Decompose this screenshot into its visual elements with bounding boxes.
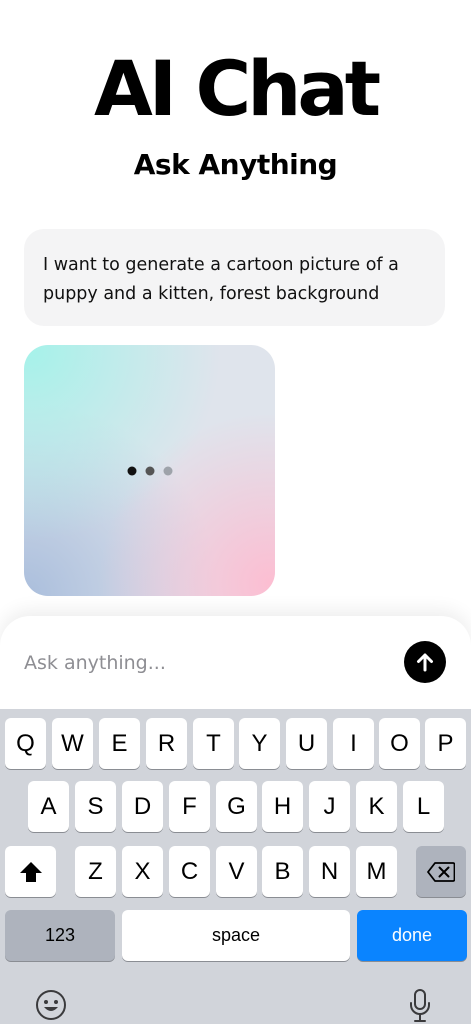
user-message-bubble: I want to generate a cartoon picture of … <box>24 229 445 326</box>
loading-dot <box>145 466 154 475</box>
key-v[interactable]: V <box>216 846 257 897</box>
message-input[interactable] <box>24 648 384 678</box>
loading-dot <box>127 466 136 475</box>
key-g[interactable]: G <box>216 781 257 832</box>
microphone-icon <box>410 989 430 1022</box>
key-t[interactable]: T <box>193 718 234 769</box>
key-d[interactable]: D <box>122 781 163 832</box>
key-i[interactable]: I <box>333 718 374 769</box>
key-f[interactable]: F <box>169 781 210 832</box>
shift-icon <box>19 861 42 882</box>
key-j[interactable]: J <box>309 781 350 832</box>
key-z[interactable]: Z <box>75 846 116 897</box>
delete-key[interactable] <box>416 846 466 897</box>
arrow-up-icon <box>417 653 433 672</box>
key-a[interactable]: A <box>28 781 69 832</box>
key-p[interactable]: P <box>425 718 466 769</box>
key-r[interactable]: R <box>146 718 187 769</box>
key-y[interactable]: Y <box>239 718 280 769</box>
numbers-key[interactable]: 123 <box>5 910 115 961</box>
image-generation-placeholder <box>24 345 275 596</box>
user-message-text: I want to generate a cartoon picture of … <box>43 255 399 304</box>
space-key[interactable]: space <box>122 910 350 961</box>
emoji-icon <box>36 990 66 1020</box>
key-l[interactable]: L <box>403 781 444 832</box>
key-h[interactable]: H <box>262 781 303 832</box>
send-button[interactable] <box>404 641 446 683</box>
emoji-button[interactable] <box>34 988 68 1022</box>
app-subtitle: Ask Anything <box>133 148 338 181</box>
key-x[interactable]: X <box>122 846 163 897</box>
key-k[interactable]: K <box>356 781 397 832</box>
loading-indicator <box>127 466 172 475</box>
key-w[interactable]: W <box>52 718 93 769</box>
key-u[interactable]: U <box>286 718 327 769</box>
shift-key[interactable] <box>5 846 56 897</box>
key-e[interactable]: E <box>99 718 140 769</box>
dictation-button[interactable] <box>405 988 435 1024</box>
key-m[interactable]: M <box>356 846 397 897</box>
key-o[interactable]: O <box>379 718 420 769</box>
keyboard: Q W E R T Y U I O P A S D F G H J K L Z … <box>0 709 471 1024</box>
key-b[interactable]: B <box>262 846 303 897</box>
app-title: AI Chat <box>93 44 381 133</box>
backspace-icon <box>427 861 455 882</box>
key-s[interactable]: S <box>75 781 116 832</box>
key-c[interactable]: C <box>169 846 210 897</box>
key-n[interactable]: N <box>309 846 350 897</box>
done-key[interactable]: done <box>357 910 467 961</box>
loading-dot <box>163 466 172 475</box>
key-q[interactable]: Q <box>5 718 46 769</box>
